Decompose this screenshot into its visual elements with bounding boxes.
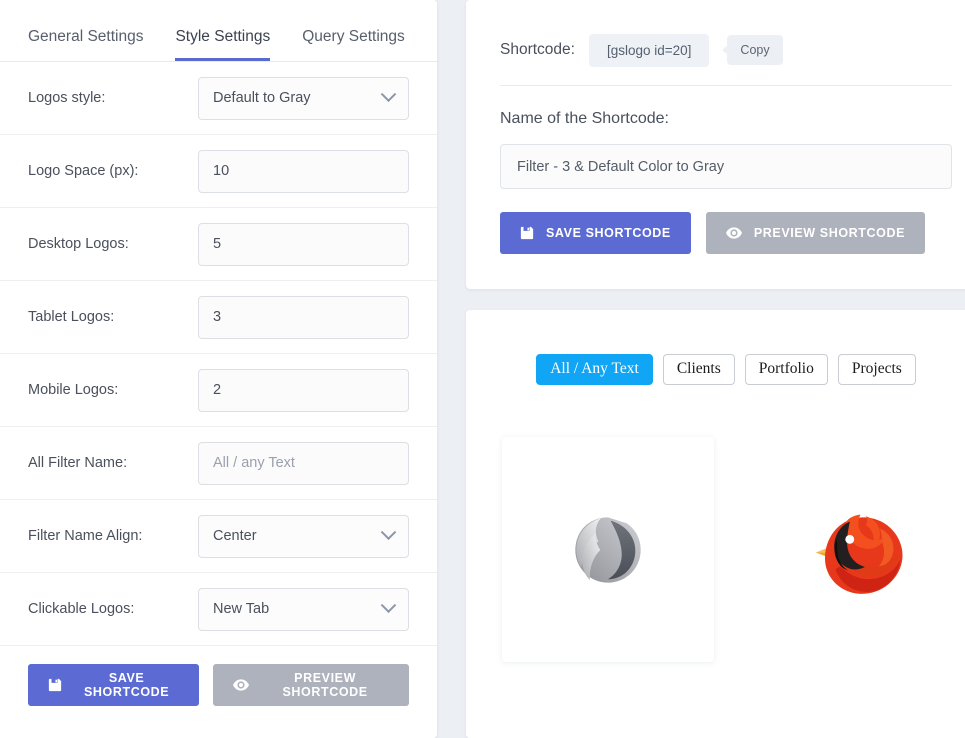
right-column: Shortcode: [gslogo id=20] Copy Name of t…	[466, 0, 965, 738]
save-shortcode-button[interactable]: SAVE SHORTCODE	[28, 664, 200, 706]
all-filter-name-input[interactable]: All / any Text	[198, 441, 409, 485]
field-label-all-filter-name: All Filter Name:	[28, 455, 128, 471]
field-desktop-logos: Desktop Logos: 5	[0, 208, 437, 281]
logos-style-select[interactable]: Default to Gray	[198, 76, 409, 120]
chevron-down-icon	[380, 596, 397, 613]
filter-button-all[interactable]: All / Any Text	[536, 354, 653, 385]
field-clickable-logos: Clickable Logos: New Tab	[0, 573, 437, 646]
logo-item-grayscale[interactable]	[502, 437, 714, 662]
shortcode-row: Shortcode: [gslogo id=20] Copy	[500, 28, 952, 72]
tablet-logos-value: 3	[213, 309, 222, 325]
field-label-clickable-logos: Clickable Logos:	[28, 601, 135, 617]
desktop-logos-value: 5	[213, 236, 222, 252]
settings-action-buttons: SAVE SHORTCODE PREVIEW SHORTCODE	[0, 646, 437, 706]
field-label-logo-space: Logo Space (px):	[28, 163, 139, 179]
all-filter-name-placeholder: All / any Text	[213, 455, 295, 471]
preview-shortcode-button[interactable]: PREVIEW SHORTCODE	[213, 664, 409, 706]
eye-icon	[233, 678, 250, 692]
shortcode-divider	[500, 85, 952, 86]
filter-button-portfolio[interactable]: Portfolio	[744, 354, 828, 385]
bird-logo-grayscale-icon	[565, 507, 651, 593]
shortcode-name-label: Name of the Shortcode:	[500, 110, 669, 127]
bird-logo-color-icon	[810, 502, 918, 598]
logo-filter-bar: All / Any Text Clients Portfolio Project…	[466, 354, 965, 385]
preview-shortcode-button-right[interactable]: PREVIEW SHORTCODE	[705, 212, 926, 254]
preview-shortcode-label: PREVIEW SHORTCODE	[282, 671, 368, 699]
save-shortcode-label: SAVE SHORTCODE	[546, 226, 671, 240]
field-logo-space: Logo Space (px): 10	[0, 135, 437, 208]
field-label-logos-style: Logos style:	[28, 90, 106, 106]
clickable-logos-select[interactable]: New Tab	[198, 587, 409, 631]
chevron-down-icon	[380, 85, 397, 102]
mobile-logos-input[interactable]: 2	[198, 368, 409, 412]
shortcode-name-input[interactable]	[500, 144, 952, 189]
shortcode-label: Shortcode:	[500, 41, 575, 58]
tab-general-settings[interactable]: General Settings	[28, 27, 143, 61]
field-label-desktop-logos: Desktop Logos:	[28, 236, 129, 252]
tab-style-settings[interactable]: Style Settings	[175, 27, 271, 61]
field-mobile-logos: Mobile Logos: 2	[0, 354, 437, 427]
logos-style-value: Default to Gray	[213, 90, 311, 106]
copy-shortcode-button[interactable]: Copy	[722, 35, 783, 65]
eye-icon	[725, 226, 742, 240]
shortcode-value[interactable]: [gslogo id=20]	[588, 33, 710, 67]
floppy-disk-icon	[48, 678, 62, 692]
floppy-disk-icon	[520, 226, 534, 240]
field-tablet-logos: Tablet Logos: 3	[0, 281, 437, 354]
filter-button-clients[interactable]: Clients	[662, 354, 735, 385]
logo-preview-card: All / Any Text Clients Portfolio Project…	[466, 310, 965, 738]
save-shortcode-label: SAVE SHORTCODE	[83, 671, 170, 699]
preview-shortcode-label: PREVIEW SHORTCODE	[753, 226, 906, 240]
field-label-tablet-logos: Tablet Logos:	[28, 309, 115, 325]
filter-name-align-select[interactable]: Center	[198, 514, 409, 558]
chevron-down-icon	[380, 523, 397, 540]
settings-panel: General Settings Style Settings Query Se…	[0, 0, 437, 738]
tab-query-settings[interactable]: Query Settings	[302, 27, 405, 61]
settings-tabs: General Settings Style Settings Query Se…	[0, 0, 437, 62]
field-filter-name-align: Filter Name Align: Center	[0, 500, 437, 573]
filter-name-align-value: Center	[213, 528, 257, 544]
mobile-logos-value: 2	[213, 382, 222, 398]
tablet-logos-input[interactable]: 3	[198, 295, 409, 339]
save-shortcode-button-right[interactable]: SAVE SHORTCODE	[500, 212, 691, 254]
field-label-filter-name-align: Filter Name Align:	[28, 528, 143, 544]
shortcode-action-buttons: SAVE SHORTCODE PREVIEW SHORTCODE	[500, 212, 952, 254]
logo-grid	[466, 385, 965, 662]
logo-space-value: 10	[213, 163, 230, 179]
desktop-logos-input[interactable]: 5	[198, 222, 409, 266]
logo-item-color[interactable]	[758, 437, 965, 662]
clickable-logos-value: New Tab	[213, 601, 270, 617]
field-label-mobile-logos: Mobile Logos:	[28, 382, 119, 398]
logo-space-input[interactable]: 10	[198, 149, 409, 193]
field-all-filter-name: All Filter Name: All / any Text	[0, 427, 437, 500]
shortcode-card: Shortcode: [gslogo id=20] Copy Name of t…	[466, 0, 965, 289]
filter-button-projects[interactable]: Projects	[837, 354, 916, 385]
field-logos-style: Logos style: Default to Gray	[0, 62, 437, 135]
